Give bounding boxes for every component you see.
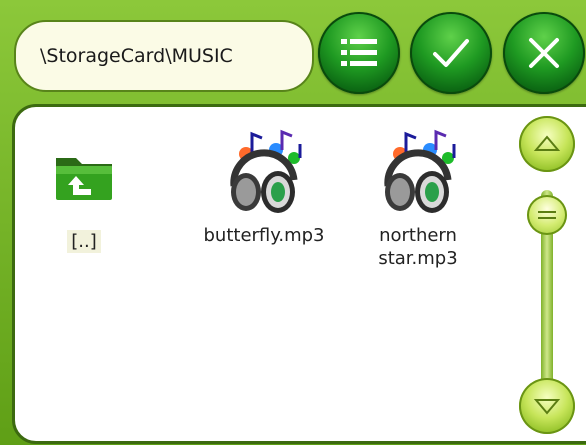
scroll-up-button[interactable] (519, 116, 575, 172)
scrollbar-thumb[interactable] (527, 195, 567, 235)
file-label-line2: star.mp3 (378, 248, 458, 269)
file-item-butterfly[interactable]: butterfly.mp3 (184, 128, 344, 247)
triangle-down-icon (533, 399, 561, 415)
list-view-button[interactable] (318, 12, 400, 94)
scroll-down-button[interactable] (519, 378, 575, 434)
file-label-line1: northern (379, 225, 457, 246)
checkmark-icon (433, 39, 469, 67)
close-button[interactable] (503, 12, 585, 94)
grip-icon (538, 211, 556, 219)
triangle-up-icon (533, 135, 561, 151)
close-icon (529, 38, 559, 68)
list-icon (341, 39, 377, 66)
file-item-parent[interactable]: [..] (4, 144, 164, 253)
music-file-icon (230, 129, 302, 213)
ok-button[interactable] (410, 12, 492, 94)
file-item-northern-star[interactable]: northern star.mp3 (338, 128, 498, 270)
path-text: \StorageCard\MUSIC (40, 45, 233, 67)
path-field[interactable]: \StorageCard\MUSIC (14, 20, 314, 92)
music-file-icon (384, 129, 456, 213)
file-label: [..] (67, 230, 101, 253)
folder-up-icon (56, 158, 112, 200)
file-label: butterfly.mp3 (203, 225, 325, 246)
